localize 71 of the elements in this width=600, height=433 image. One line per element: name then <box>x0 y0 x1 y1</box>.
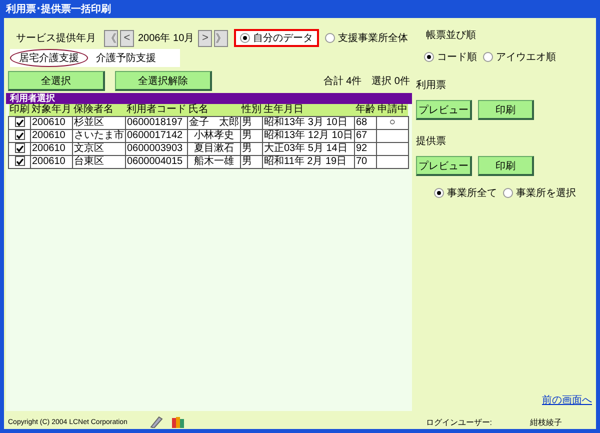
table-cell: 台東区 <box>74 156 104 167</box>
table-cell: 金子 太郎 <box>189 117 239 128</box>
table-cell: 70 <box>356 156 368 167</box>
preview-button[interactable]: プレビュー <box>416 100 472 120</box>
books-icon[interactable] <box>171 416 186 428</box>
table-cell: 67 <box>356 130 368 141</box>
table-cell: 200610 <box>32 130 66 141</box>
column-header: 氏名 <box>188 104 240 116</box>
window-title: 利用票･提供票一括印刷 <box>6 2 111 16</box>
first-button[interactable]: 《 <box>104 30 118 46</box>
table-cell: 昭和11年 2月 19日 <box>264 156 347 167</box>
table-cell: 男 <box>242 117 252 128</box>
section-label: 利用票 <box>416 78 446 92</box>
total-count: 合計 4件 <box>323 74 362 88</box>
table-cell: 0600003903 <box>127 143 183 154</box>
table-cell: 68 <box>356 117 368 128</box>
select-button[interactable]: 全選択 <box>8 71 105 91</box>
login-user-label: ログインユーザー: <box>426 416 492 428</box>
print-button[interactable]: 印刷 <box>478 100 534 120</box>
checkbox[interactable] <box>14 130 24 140</box>
table-cell: 92 <box>356 143 368 154</box>
table-title: 利用者選択 <box>10 93 55 103</box>
column-header: 保険者名 <box>72 104 126 116</box>
checkbox[interactable] <box>14 156 24 166</box>
login-user-name: 紺枝綾子 <box>530 416 562 428</box>
scope-radio[interactable]: 支援事業所全体 <box>325 31 408 45</box>
table-cell: 文京区 <box>74 143 104 154</box>
table-cell: 男 <box>242 143 252 154</box>
tab[interactable]: 居宅介護支援 <box>10 49 88 67</box>
table-cell: 男 <box>242 156 252 167</box>
back-link[interactable]: 前の画面へ <box>542 393 592 407</box>
column-header: 申請中 <box>376 104 408 116</box>
last-button[interactable]: 》 <box>214 30 228 46</box>
sort-radio[interactable]: アイウエオ順 <box>483 50 556 64</box>
table-cell: 昭和13年 3月 10日 <box>264 117 348 128</box>
preview-button[interactable]: プレビュー <box>416 156 472 176</box>
column-header: 年齢 <box>354 104 376 116</box>
office-radio[interactable]: 事業所全て <box>434 186 497 200</box>
period-value: 2006年 10月 <box>138 32 194 45</box>
sort-label: 帳票並び順 <box>426 29 476 42</box>
table-cell: さいたま市 <box>74 130 124 141</box>
section-label: 提供票 <box>416 135 446 148</box>
table-cell: 200610 <box>32 156 66 167</box>
table-cell: 0600018197 <box>127 117 183 128</box>
table-cell: 男 <box>242 130 252 141</box>
table-cell: 船木一雄 <box>194 156 234 167</box>
table-cell: 200610 <box>32 117 66 128</box>
table-cell: 夏目漱石 <box>194 143 234 154</box>
column-header: 生年月日 <box>262 104 354 116</box>
table-cell: 小林孝史 <box>194 130 234 141</box>
table-cell: ○ <box>389 117 396 128</box>
checkbox[interactable] <box>14 143 24 154</box>
sort-radio[interactable]: コード順 <box>424 50 477 64</box>
table-cell: 昭和13年 12月 10日 <box>264 130 353 141</box>
previous-button[interactable]: < <box>120 30 134 46</box>
select-button[interactable]: 全選択解除 <box>115 71 212 91</box>
scope-radio[interactable]: 自分のデータ <box>234 29 320 47</box>
column-header: 利用者コード <box>126 104 188 116</box>
period-label: サービス提供年月 <box>16 32 96 45</box>
table-cell: 0600017142 <box>127 130 183 141</box>
column-header: 対象年月 <box>30 104 72 116</box>
selected-count: 選択 0件 <box>372 75 410 88</box>
table-cell: 200610 <box>32 143 66 154</box>
next-button[interactable]: > <box>198 30 212 46</box>
print-button[interactable]: 印刷 <box>478 156 534 176</box>
table-cell: 0600004015 <box>127 156 183 167</box>
table-cell: 大正03年 5月 14日 <box>264 143 348 154</box>
table-cell: 杉並区 <box>74 117 104 128</box>
office-radio[interactable]: 事業所を選択 <box>503 186 576 200</box>
checkbox[interactable] <box>14 117 24 128</box>
column-header: 印刷 <box>8 104 30 116</box>
